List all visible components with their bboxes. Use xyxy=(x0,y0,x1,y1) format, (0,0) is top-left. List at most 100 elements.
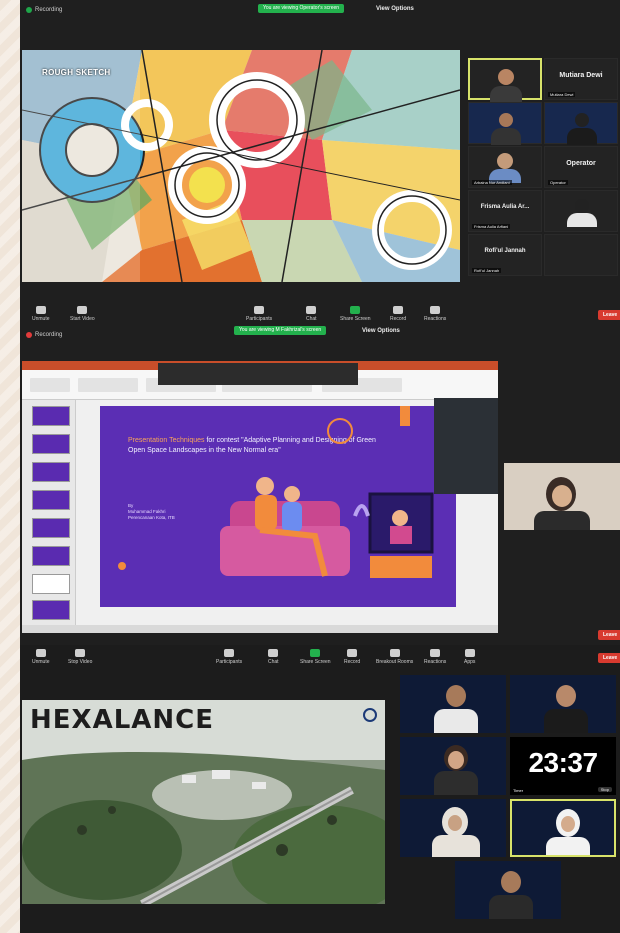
slide-thumbnails xyxy=(22,400,76,625)
share-screen-icon xyxy=(310,649,321,657)
unmute-button[interactable]: Unmute xyxy=(32,649,50,665)
view-options-button[interactable]: View Options xyxy=(376,6,414,12)
slide-thumbnail[interactable] xyxy=(32,518,70,538)
share-screen-icon xyxy=(350,306,361,314)
participant-tile[interactable] xyxy=(544,190,618,232)
participant-tile[interactable]: Mutiara Dewi Mutiara Dewi xyxy=(544,58,618,100)
toolbar-label: Record xyxy=(390,316,407,322)
participant-big-name: Rofi'ul Jannah xyxy=(484,248,526,254)
logo-icon xyxy=(363,708,377,722)
recording-indicator: Recording xyxy=(26,332,62,338)
view-options-button[interactable]: View Options xyxy=(362,328,400,334)
top-bar: Recording You are viewing M Fakhrizal's … xyxy=(20,323,620,343)
stop-video-button[interactable]: Stop Video xyxy=(68,649,92,665)
participant-tile[interactable] xyxy=(544,102,618,145)
chat-button[interactable]: Chat xyxy=(306,306,317,322)
participant-tile[interactable] xyxy=(510,799,616,857)
apps-icon xyxy=(464,649,475,657)
participant-tile[interactable] xyxy=(468,58,542,102)
recording-dot-icon xyxy=(26,332,32,338)
unmute-button[interactable]: Unmute xyxy=(32,306,50,322)
slide-thumbnail[interactable] xyxy=(32,546,70,566)
participant-tile[interactable]: Arbaina Nur Andiani xyxy=(468,146,542,188)
record-icon xyxy=(393,306,404,314)
leave-button[interactable]: Leave xyxy=(598,653,620,663)
viewing-banner: You are viewing Operator's screen xyxy=(258,4,345,13)
chat-icon xyxy=(268,649,279,657)
toolbar-label: Start Video xyxy=(70,316,95,322)
toolbar-label: Chat xyxy=(306,316,317,322)
toolbar-label: Participants xyxy=(246,316,273,322)
participant-tile[interactable] xyxy=(468,102,542,145)
microphone-icon xyxy=(35,306,46,314)
shared-screen-rough-sketch: ROUGH SKETCH xyxy=(22,50,460,282)
slide-thumbnail[interactable] xyxy=(32,600,70,620)
toolbar-label: Breakout Rooms xyxy=(376,659,414,665)
top-bar: Recording You are viewing Operator's scr… xyxy=(20,0,620,20)
participant-big-name: Frisma Aulia Ar... xyxy=(480,204,530,210)
toolbar-label: Reactions xyxy=(424,316,447,322)
shared-screen-hexalance: HEXALANCE xyxy=(22,700,385,904)
participant-tile[interactable]: Operator Operator xyxy=(544,146,618,188)
zoom-window-2: Recording You are viewing M Fakhrizal's … xyxy=(20,323,620,645)
toolbar-label: Share Screen xyxy=(300,659,331,665)
powerpoint-status-bar xyxy=(22,625,498,633)
leave-button[interactable]: Leave xyxy=(598,310,620,320)
recording-label: Recording xyxy=(35,7,63,13)
meeting-controls-overlay xyxy=(158,363,358,385)
start-video-button[interactable]: Start Video xyxy=(70,306,95,322)
zoom-window-3: Unmute Stop Video Participants Chat Shar… xyxy=(20,645,620,933)
slide-thumbnail[interactable] xyxy=(32,574,70,594)
toolbar-label: Apps xyxy=(464,659,476,665)
leave-button[interactable]: Leave xyxy=(598,630,620,640)
shared-window-panel xyxy=(434,398,498,494)
slide-thumbnail[interactable] xyxy=(32,462,70,482)
share-screen-button[interactable]: Share Screen xyxy=(300,649,331,665)
timer-label: Timer xyxy=(513,788,524,793)
recording-label: Recording xyxy=(35,332,63,338)
toolbar-label: Record xyxy=(344,659,361,665)
toolbar-label: Stop Video xyxy=(68,659,93,665)
participants-button[interactable]: Participants xyxy=(216,649,242,665)
participants-button[interactable]: Participants xyxy=(246,306,272,322)
record-button[interactable]: Record xyxy=(390,306,406,322)
participant-big-name: Mutiara Dewi xyxy=(559,72,603,79)
breakout-rooms-icon xyxy=(389,649,400,657)
participants-icon xyxy=(224,649,235,657)
slide-illustration xyxy=(118,406,434,578)
timer-tile: 23:37 Timer Stop xyxy=(510,737,616,795)
slide-thumbnail[interactable] xyxy=(32,434,70,454)
reactions-button[interactable]: Reactions xyxy=(424,649,446,665)
participant-name: Frisma Aulia Arfiani xyxy=(472,224,511,229)
reactions-button[interactable]: Reactions xyxy=(424,306,446,322)
slide-thumbnail[interactable] xyxy=(32,490,70,510)
participant-tile[interactable] xyxy=(400,737,506,795)
apps-button[interactable]: Apps xyxy=(464,649,475,665)
participant-name: Mutiara Dewi xyxy=(548,92,576,97)
share-screen-button[interactable]: Share Screen xyxy=(340,306,371,322)
speaker-video[interactable] xyxy=(504,463,620,530)
timer-stop-button[interactable]: Stop xyxy=(597,787,612,792)
rough-sketch-artwork xyxy=(22,50,460,282)
toolbar-label: Unmute xyxy=(32,659,50,665)
institution-logo xyxy=(363,708,377,723)
breakout-rooms-button[interactable]: Breakout Rooms xyxy=(376,649,413,665)
meeting-toolbar: Unmute Stop Video Participants Chat Shar… xyxy=(20,645,620,675)
video-camera-icon xyxy=(75,649,86,657)
shared-powerpoint-window: Presentation Techniques for contest "Ada… xyxy=(22,361,498,633)
participant-tile[interactable] xyxy=(400,675,506,733)
chat-button[interactable]: Chat xyxy=(268,649,279,665)
timer-display: 23:37 xyxy=(528,747,598,778)
slide-thumbnail[interactable] xyxy=(32,406,70,426)
participant-name: Arbaina Nur Andiani xyxy=(472,180,512,185)
toolbar-label: Participants xyxy=(216,659,243,665)
participant-tile[interactable]: Rofi'ul Jannah Rofi'ul Jannah xyxy=(468,234,542,276)
participant-tile[interactable] xyxy=(544,234,618,276)
record-button[interactable]: Record xyxy=(344,649,360,665)
reactions-icon xyxy=(430,306,441,314)
participant-tile[interactable] xyxy=(455,861,561,919)
participant-tile[interactable]: Frisma Aulia Ar... Frisma Aulia Arfiani xyxy=(468,190,542,232)
participant-tile[interactable] xyxy=(510,675,616,733)
participant-tile[interactable] xyxy=(400,799,506,857)
toolbar-label: Chat xyxy=(268,659,279,665)
